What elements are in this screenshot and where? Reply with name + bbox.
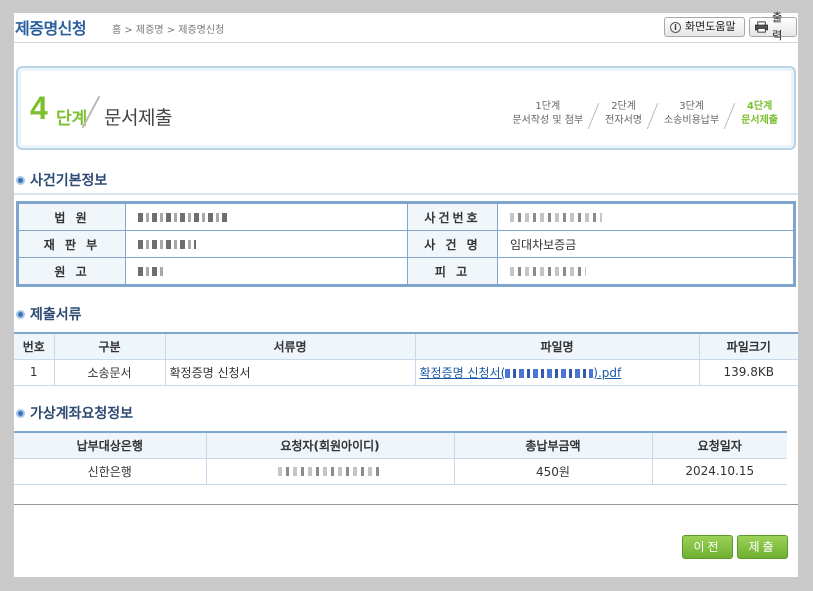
document-type: 소송문서 [53, 359, 166, 386]
column-header: 파일크기 [698, 332, 798, 360]
print-button-label: 출력 [772, 11, 783, 42]
step-item-label: 1단계 [535, 101, 561, 112]
step-item-label: 2단계 [611, 101, 636, 112]
info-icon: i [670, 21, 681, 33]
table-header-row: 납부대상은행 요청자(회원아이디) 총납부금액 요청일자 [14, 431, 787, 459]
page: 제증명신청 홈 > 제증명 > 제증명신청 i 화면도움말 출력 4 단계 문서… [14, 11, 798, 577]
column-header: 요청일자 [651, 431, 787, 459]
file-download-link[interactable]: 확정증명 신청서( ).pdf [420, 366, 622, 380]
documents-heading: 제출서류 [16, 304, 82, 324]
file-name-cell: 확정증명 신청서( ).pdf [414, 359, 700, 386]
redacted-text [138, 267, 164, 276]
step-item-name: 문서제출 [741, 115, 778, 126]
step-item-name: 전자서명 [605, 115, 642, 126]
case-info-title: 사건기본정보 [30, 173, 108, 189]
column-header: 파일명 [414, 332, 700, 360]
table-row: 재 판 부 사 건 명 임대차보증금 [18, 230, 794, 258]
case-number-label: 사건번호 [407, 203, 498, 231]
column-header: 요청자(회원아이디) [205, 431, 455, 459]
redacted-text [278, 467, 382, 476]
step-item-name: 문서작성 및 첨부 [512, 115, 584, 126]
print-button[interactable]: 출력 [749, 11, 797, 42]
column-header: 서류명 [164, 332, 416, 360]
footer-divider [14, 504, 798, 505]
defendant-label: 피 고 [407, 257, 498, 285]
submit-button[interactable]: 제출 [737, 535, 788, 559]
file-name-suffix: ).pdf [593, 365, 622, 380]
step-item-label: 4단계 [746, 101, 773, 112]
step-indicator: 4 단계 문서제출 1단계 문서작성 및 첨부 2단계 전자서명 3단계 소송비… [16, 66, 796, 150]
case-number-value [497, 203, 794, 231]
section-divider [14, 193, 798, 195]
table-row: 원 고 피 고 [18, 257, 794, 285]
current-step-number: 4 [30, 90, 48, 126]
redacted-text [138, 240, 196, 249]
page-title: 제증명신청 [15, 19, 87, 38]
virtual-account-table: 납부대상은행 요청자(회원아이디) 총납부금액 요청일자 신한은행 450원 2… [14, 431, 787, 485]
case-name-value: 임대차보증금 [497, 230, 794, 258]
bullet-icon [16, 175, 25, 185]
document-name: 확정증명 신청서 [164, 359, 416, 386]
previous-button[interactable]: 이전 [682, 535, 733, 559]
column-header: 번호 [14, 332, 55, 360]
help-button[interactable]: i 화면도움말 [664, 17, 745, 37]
redacted-text [138, 213, 228, 222]
case-name-label: 사 건 명 [407, 230, 498, 258]
step-item-2: 2단계 전자서명 [587, 100, 650, 130]
case-info-table: 법 원 사건번호 재 판 부 사 건 명 임대차보증금 원 고 피 고 [16, 201, 796, 287]
page-header: 제증명신청 홈 > 제증명 > 제증명신청 i 화면도움말 출력 [14, 11, 798, 43]
help-button-label: 화면도움말 [685, 20, 736, 33]
step-item-4: 4단계 문서제출 [723, 100, 786, 130]
virtual-account-heading: 가상계좌요청정보 [16, 403, 133, 423]
redacted-text [505, 368, 594, 378]
division-label: 재 판 부 [18, 230, 126, 258]
plaintiff-label: 원 고 [18, 257, 126, 285]
plaintiff-value [125, 257, 408, 285]
column-header: 구분 [53, 332, 166, 360]
step-item-label: 3단계 [679, 101, 704, 112]
breadcrumb: 홈 > 제증명 > 제증명신청 [112, 25, 225, 36]
table-row: 1 소송문서 확정증명 신청서 확정증명 신청서( ).pdf 139.8KB [14, 359, 798, 386]
file-size: 139.8KB [698, 359, 798, 386]
court-label: 법 원 [18, 203, 126, 231]
step-item-name: 소송비용납부 [663, 115, 720, 126]
bullet-icon [16, 408, 25, 418]
printer-icon [755, 21, 769, 33]
step-item-3: 3단계 소송비용납부 [646, 100, 727, 130]
column-header: 납부대상은행 [14, 431, 207, 459]
file-name-prefix: 확정증명 신청서( [419, 365, 506, 380]
bank-name: 신한은행 [14, 458, 207, 485]
table-row: 법 원 사건번호 [18, 203, 794, 231]
redacted-text [510, 213, 602, 222]
virtual-account-title: 가상계좌요청정보 [30, 406, 134, 422]
column-header: 총납부금액 [453, 431, 653, 459]
total-amount: 450원 [453, 458, 653, 485]
case-info-heading: 사건기본정보 [16, 170, 107, 190]
current-step-name: 문서제출 [104, 107, 172, 129]
bullet-icon [16, 309, 25, 319]
division-value [125, 230, 408, 258]
documents-title: 제출서류 [30, 307, 82, 323]
table-header-row: 번호 구분 서류명 파일명 파일크기 [14, 332, 798, 360]
row-number: 1 [14, 359, 55, 386]
redacted-text [510, 267, 586, 276]
step-list: 1단계 문서작성 및 첨부 2단계 전자서명 3단계 소송비용납부 4단계 문서… [498, 100, 786, 130]
documents-table: 번호 구분 서류명 파일명 파일크기 1 소송문서 확정증명 신청서 확정증명 … [14, 332, 798, 386]
requester-id [205, 458, 455, 485]
request-date: 2024.10.15 [651, 458, 787, 485]
court-value [125, 203, 408, 231]
step-item-1: 1단계 문서작성 및 첨부 [498, 100, 591, 128]
table-row: 신한은행 450원 2024.10.15 [14, 458, 787, 485]
defendant-value [497, 257, 794, 285]
